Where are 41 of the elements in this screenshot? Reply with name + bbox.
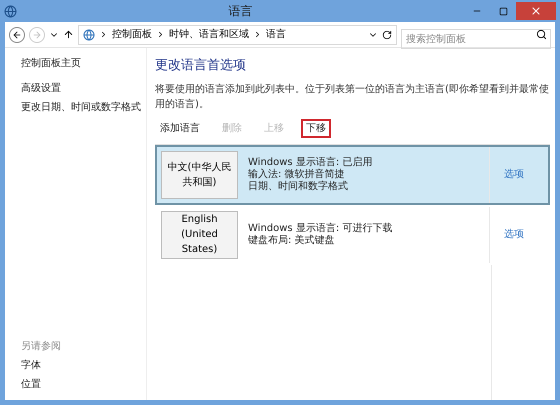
refresh-icon[interactable] — [382, 30, 392, 40]
separator-icon — [253, 30, 262, 39]
close-button[interactable] — [516, 2, 556, 20]
options-link[interactable]: 选项 — [504, 227, 524, 242]
search-icon — [536, 28, 547, 40]
breadcrumb-item[interactable]: 时钟、语言和区域 — [169, 27, 249, 42]
page-heading: 更改语言首选项 — [155, 57, 247, 75]
sidebar-link[interactable]: 位置 — [21, 377, 144, 392]
window-title: 语言 — [228, 3, 254, 20]
see-also-heading: 另请参阅 — [21, 340, 62, 354]
control-panel-icon — [83, 28, 95, 40]
language-detail: 日期、时间和数字格式 — [248, 180, 349, 192]
language-detail: Windows 显示语言: 可进行下载 — [248, 222, 394, 234]
toolbar-button[interactable]: 下移 — [301, 119, 331, 138]
search-field[interactable]: 搜索控制面板 — [401, 29, 551, 49]
separator-icon — [99, 30, 108, 39]
language-row[interactable]: 中文(中华人民共和国) Windows 显示语言: 已启用 输入法: 微软拼音简捷 日期、时间和数字格式 选项 — [155, 144, 550, 204]
language-row[interactable]: English (United States) Windows 显示语言: 可进行下载 键盘布局: 美式键盘 选项 — [155, 204, 550, 264]
language-detail: 键盘布局: 美式键盘 — [248, 234, 336, 246]
sidebar-link[interactable]: 字体 — [21, 358, 144, 373]
language-detail: Windows 显示语言: 已启用 — [248, 156, 374, 168]
forward-arrow-icon — [32, 30, 42, 40]
description-text: 将要使用的语言添加到此列表中。位于列表第一位的语言为主语言(即你希望看到并最常使用的语言)。 — [155, 82, 550, 112]
separator-icon — [156, 30, 165, 39]
toolbar-button[interactable]: 添加语言 — [155, 119, 205, 138]
options-link[interactable]: 选项 — [504, 167, 524, 182]
app-icon — [4, 4, 17, 18]
breadcrumb-item[interactable]: 语言 — [266, 27, 286, 42]
up-icon[interactable] — [63, 29, 74, 40]
language-detail: 输入法: 微软拼音简捷 — [248, 168, 346, 180]
sidebar-link[interactable]: 高级设置 — [21, 81, 144, 96]
language-tile: 中文(中华人民共和国) — [161, 150, 238, 198]
breadcrumb-item[interactable]: 控制面板 — [112, 27, 152, 42]
close-icon — [530, 5, 542, 17]
language-tile: English (United States) — [161, 210, 238, 258]
back-arrow-icon — [12, 30, 22, 40]
back-button[interactable] — [9, 26, 25, 42]
address-field[interactable]: 控制面板 时钟、语言和区域 语言 — [78, 24, 397, 44]
sidebar-link[interactable]: 控制面板主页 — [21, 56, 144, 71]
maximize-icon — [498, 6, 508, 16]
sidebar-link[interactable]: 更改日期、时间或数字格式 — [21, 100, 144, 115]
